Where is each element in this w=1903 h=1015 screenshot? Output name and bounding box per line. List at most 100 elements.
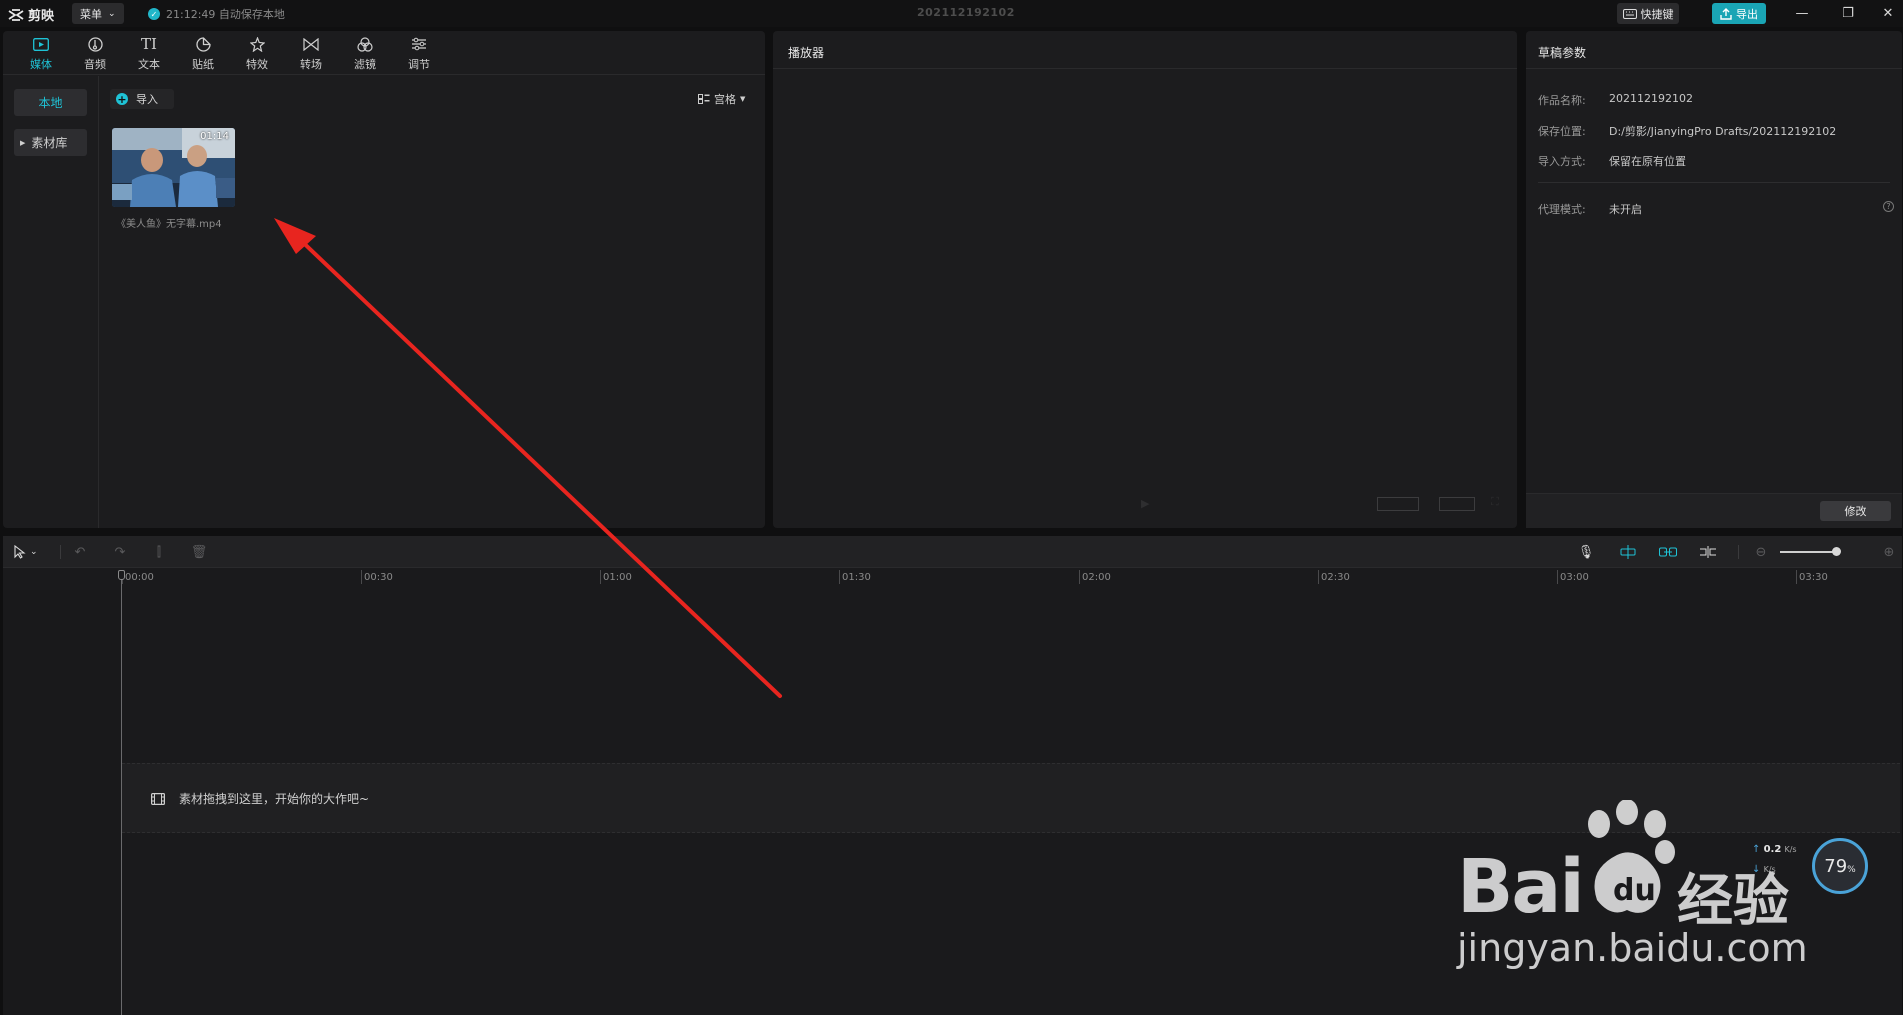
restore-icon[interactable]: ❐ <box>1837 3 1859 24</box>
ruler-tick <box>600 570 601 584</box>
tab-effects[interactable]: 特效 <box>230 35 284 73</box>
playhead-handle[interactable] <box>118 570 125 580</box>
clip-duration: 01:14 <box>200 131 229 142</box>
shortcut-button[interactable]: 快捷键 <box>1617 3 1679 24</box>
props-header: 草稿参数 <box>1526 31 1902 69</box>
sidebar-item-local[interactable]: 本地 <box>14 89 87 116</box>
tab-label: 文本 <box>138 58 160 71</box>
autosave-status: ✓ 21:12:49 自动保存本地 <box>148 6 285 22</box>
media-sidebar: 本地 ▶ 素材库 <box>3 76 99 528</box>
tab-audio[interactable]: 音频 <box>68 35 122 73</box>
menu-button[interactable]: 菜单 ⌄ <box>72 3 124 24</box>
link-icon[interactable] <box>1658 544 1678 560</box>
app-logo: 剪映 <box>8 5 54 24</box>
chevron-down-icon: ⌄ <box>108 8 116 19</box>
prop-value: 未开启 <box>1609 203 1642 216</box>
select-tool-dropdown[interactable]: ⌄ <box>12 541 50 563</box>
ruler-label: 02:00 <box>1082 572 1111 583</box>
tab-label: 贴纸 <box>192 58 214 71</box>
export-button[interactable]: 导出 <box>1712 3 1766 24</box>
capcut-logo-icon <box>8 8 24 21</box>
undo-icon[interactable]: ↶ <box>72 544 88 560</box>
media-panel: 媒体 音频 TI 文本 贴纸 特效 转场 滤镜 调节 本地 ▶ 素材库 + 导入… <box>3 31 765 528</box>
drop-hint: 素材拖拽到这里，开始你的大作吧~ <box>151 790 369 807</box>
quality-button[interactable] <box>1439 497 1475 511</box>
view-mode-dropdown[interactable]: 宫格 ▼ <box>698 91 745 107</box>
sticker-icon <box>193 35 213 53</box>
tab-adjust[interactable]: 调节 <box>392 35 446 73</box>
import-label: 导入 <box>136 93 158 106</box>
network-speed-widget: ↑ 0.2 K/s ↓ K/s 79% <box>1752 838 1902 898</box>
tab-text[interactable]: TI 文本 <box>122 35 176 73</box>
prop-row-import-mode: 导入方式: 保留在原有位置 <box>1538 153 1686 169</box>
cursor-icon <box>14 545 26 559</box>
split-icon[interactable]: ⫿ <box>151 544 167 560</box>
play-icon[interactable]: ▶ <box>1141 497 1149 510</box>
redo-icon[interactable]: ↷ <box>112 544 128 560</box>
auto-snap-icon[interactable] <box>1618 544 1638 560</box>
zoom-slider-knob[interactable] <box>1832 547 1841 556</box>
caret-down-icon: ▼ <box>740 95 746 103</box>
prop-key: 导入方式: <box>1538 155 1586 168</box>
delete-icon[interactable]: 🗑 <box>191 544 208 560</box>
tab-transition[interactable]: 转场 <box>284 35 338 73</box>
effects-icon <box>247 35 267 53</box>
timeline-panel: ⌄ ↶ ↷ ⫿ 🗑 🎙 ⊖ ⊕ 00:00 00:30 01:00 01:30 <box>3 536 1902 1015</box>
caret-right-icon: ▶ <box>20 138 26 147</box>
ruler-tick <box>361 570 362 584</box>
sidebar-item-library[interactable]: ▶ 素材库 <box>14 129 87 156</box>
ruler-tick <box>839 570 840 584</box>
usage-gauge: 79% <box>1812 838 1868 894</box>
percent-sign: % <box>1847 865 1856 875</box>
filter-icon <box>355 35 375 53</box>
main-track-drop-zone[interactable]: 素材拖拽到这里，开始你的大作吧~ <box>122 763 1900 833</box>
ruler-label: 03:30 <box>1799 572 1828 583</box>
ruler-tick <box>1557 570 1558 584</box>
microphone-icon[interactable]: 🎙 <box>1578 544 1595 560</box>
timeline-toolbar: ⌄ ↶ ↷ ⫿ 🗑 🎙 ⊖ ⊕ <box>3 536 1902 568</box>
player-controls: ▶ ⛶ <box>773 483 1517 523</box>
divider <box>1738 545 1739 559</box>
export-icon <box>1720 7 1732 20</box>
player-panel: 播放器 ▶ ⛶ <box>773 31 1517 528</box>
film-icon <box>151 792 165 805</box>
import-button[interactable]: + 导入 <box>110 89 174 109</box>
tab-filter[interactable]: 滤镜 <box>338 35 392 73</box>
preview-axis-icon[interactable] <box>1698 544 1718 560</box>
modify-button[interactable]: 修改 <box>1820 501 1891 521</box>
fullscreen-icon[interactable]: ⛶ <box>1491 495 1499 509</box>
usage-percent: 79 <box>1824 855 1848 877</box>
zoom-in-icon[interactable]: ⊕ <box>1881 544 1897 560</box>
tab-media[interactable]: 媒体 <box>14 35 68 73</box>
ruler-tick <box>1796 570 1797 584</box>
prop-key: 作品名称: <box>1538 94 1586 107</box>
check-icon: ✓ <box>148 8 160 20</box>
tab-label: 媒体 <box>30 58 52 71</box>
props-footer: 修改 <box>1526 493 1902 528</box>
minimize-icon[interactable]: — <box>1791 3 1813 24</box>
audio-icon <box>85 35 105 53</box>
track-header-column <box>3 590 121 1015</box>
tab-label: 调节 <box>408 58 430 71</box>
tab-label: 转场 <box>300 58 322 71</box>
media-clip-card[interactable]: 01:14 <box>112 128 235 207</box>
autosave-text: 21:12:49 自动保存本地 <box>166 8 285 21</box>
ruler-label: 03:00 <box>1560 572 1589 583</box>
zoom-slider[interactable] <box>1780 547 1841 556</box>
ruler-tick <box>1318 570 1319 584</box>
timeline-ruler: 00:00 00:30 01:00 01:30 02:00 02:30 03:0… <box>3 568 1902 590</box>
tab-sticker[interactable]: 贴纸 <box>176 35 230 73</box>
arrow-up-icon: ↑ <box>1752 844 1761 855</box>
zoom-out-icon[interactable]: ⊖ <box>1753 544 1769 560</box>
export-label: 导出 <box>1736 7 1758 21</box>
keyboard-icon <box>1622 8 1637 19</box>
ruler-label: 01:30 <box>842 572 871 583</box>
tab-label: 特效 <box>246 58 268 71</box>
upload-speed: ↑ 0.2 K/s <box>1752 844 1797 855</box>
help-icon[interactable]: ? <box>1883 201 1894 212</box>
download-speed: ↓ K/s <box>1752 864 1776 875</box>
close-icon[interactable]: ✕ <box>1877 3 1899 24</box>
tab-label: 音频 <box>84 58 106 71</box>
player-header: 播放器 <box>773 31 1517 69</box>
ratio-button[interactable] <box>1377 497 1419 511</box>
